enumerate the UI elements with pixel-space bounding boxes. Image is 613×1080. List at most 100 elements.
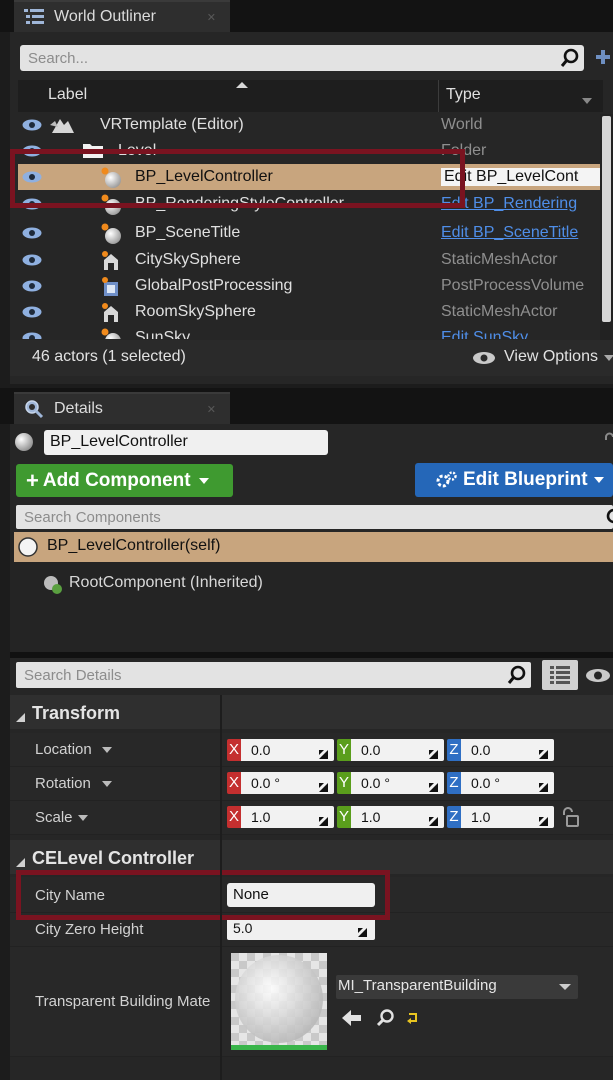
location-label[interactable]: Location [35, 741, 92, 758]
city-zero-height-field[interactable]: 5.0 [227, 918, 375, 940]
use-selected-arrow-icon[interactable] [342, 1009, 362, 1032]
city-zero-height-value: 5.0 [233, 920, 253, 936]
visibility-eye-icon[interactable] [22, 305, 42, 318]
axis-z-badge: Z [447, 739, 461, 761]
rotation-y-field[interactable]: Y 0.0 ° [337, 772, 444, 794]
scale-y-field[interactable]: Y 1.0 [337, 806, 444, 828]
component-self-row[interactable]: BP_LevelController(self) [14, 532, 613, 562]
celevel-section-header[interactable]: CELevel Controller [10, 840, 613, 874]
visibility-eye-icon[interactable] [22, 118, 42, 131]
drag-spin-icon[interactable] [429, 779, 438, 792]
reset-to-default-icon[interactable] [406, 1011, 420, 1030]
location-x-field[interactable]: X 0.0 [227, 739, 334, 761]
transform-section-header[interactable]: Transform [10, 695, 613, 729]
add-filter-icon[interactable] [594, 47, 613, 69]
outliner-row-label: RoomSkySphere [135, 303, 256, 320]
scrollbar-thumb[interactable] [602, 116, 611, 322]
outliner-search[interactable] [20, 45, 584, 71]
outliner-row[interactable]: SunSky Edit SunSky [18, 325, 603, 339]
search-icon[interactable] [507, 665, 527, 685]
column-divider[interactable] [438, 80, 439, 112]
scale-x-field[interactable]: X 1.0 [227, 806, 334, 828]
browse-search-icon[interactable] [376, 1008, 396, 1033]
outliner-row-type: World [441, 116, 483, 133]
drag-spin-icon[interactable] [539, 813, 548, 826]
edit-blueprint-link[interactable]: Edit BP_LevelCont [441, 168, 603, 186]
outliner-row-label: GlobalPostProcessing [135, 277, 293, 294]
visibility-eye-icon[interactable] [22, 226, 42, 239]
edit-blueprint-link[interactable]: Edit BP_Rendering [441, 195, 603, 213]
close-icon[interactable]: ✕ [207, 11, 216, 24]
material-asset-dropdown[interactable]: MI_TransparentBuilding [336, 975, 578, 999]
search-details[interactable] [16, 662, 531, 688]
edit-blueprint-link[interactable]: Edit BP_SceneTitle [441, 224, 603, 242]
rotation-label[interactable]: Rotation [35, 775, 91, 792]
lock-icon[interactable] [604, 432, 613, 450]
rotation-z-field[interactable]: Z 0.0 ° [447, 772, 554, 794]
visibility-eye-icon[interactable] [22, 279, 42, 292]
close-icon[interactable]: ✕ [207, 403, 216, 416]
search-details-input[interactable] [24, 662, 436, 688]
chevron-down-icon [198, 477, 209, 484]
world-icon [50, 115, 74, 135]
outliner-row[interactable]: GlobalPostProcessing PostProcessVolume [18, 273, 603, 299]
drag-spin-icon[interactable] [319, 813, 328, 826]
drag-spin-icon[interactable] [429, 813, 438, 826]
details-tab-label: Details [54, 400, 103, 417]
outliner-row[interactable]: RoomSkySphere StaticMeshActor [18, 299, 603, 325]
outliner-row-label: VRTemplate (Editor) [100, 116, 244, 133]
search-components-input[interactable] [24, 505, 502, 529]
outliner-row-label: CitySkySphere [135, 251, 241, 268]
outliner-row-label: SunSky [135, 329, 191, 339]
tab-world-outliner[interactable]: World Outliner ✕ [14, 0, 230, 32]
scale-label[interactable]: Scale [35, 809, 73, 826]
eye-icon[interactable] [585, 668, 611, 688]
chevron-down-icon[interactable] [102, 781, 112, 787]
component-root-row[interactable]: RootComponent (Inherited) [14, 570, 613, 598]
visibility-eye-icon[interactable] [22, 331, 42, 339]
search-components[interactable] [16, 505, 613, 529]
search-icon[interactable] [603, 508, 613, 526]
property-matrix-button[interactable] [542, 660, 578, 690]
lock-icon[interactable] [560, 806, 580, 833]
chevron-down-icon[interactable] [78, 815, 88, 821]
outliner-row[interactable]: BP_SceneTitle Edit BP_SceneTitle [18, 220, 603, 246]
material-thumbnail[interactable] [231, 953, 327, 1050]
drag-spin-icon[interactable] [319, 746, 328, 759]
actor-count: 46 actors (1 selected) [32, 348, 186, 365]
drag-spin-icon[interactable] [429, 746, 438, 759]
location-y-field[interactable]: Y 0.0 [337, 739, 444, 761]
component-root-label: RootComponent (Inherited) [69, 574, 263, 591]
splitter[interactable] [10, 652, 613, 658]
outliner-status-bar: 46 actors (1 selected) View Options [10, 340, 613, 376]
edit-blueprint-link[interactable]: Edit SunSky [441, 329, 603, 339]
drag-spin-icon[interactable] [539, 779, 548, 792]
blueprint-sphere-icon [100, 223, 121, 244]
add-component-button[interactable]: + Add Component [16, 464, 233, 497]
outliner-row[interactable]: VRTemplate (Editor) World [18, 112, 603, 138]
outliner-row[interactable]: CitySkySphere StaticMeshActor [18, 247, 603, 273]
axis-z-badge: Z [447, 772, 461, 794]
plus-icon: + [26, 467, 39, 493]
view-options-button[interactable]: View Options [472, 348, 613, 368]
scale-z-field[interactable]: Z 1.0 [447, 806, 554, 828]
drag-spin-icon[interactable] [319, 779, 328, 792]
column-header-label[interactable]: Label [48, 86, 87, 104]
chevron-down-icon[interactable] [102, 747, 112, 753]
column-header-type[interactable]: Type [446, 86, 481, 104]
drag-spin-icon[interactable] [358, 924, 367, 941]
add-component-label: Add Component [42, 469, 191, 491]
tab-details[interactable]: Details ✕ [14, 392, 230, 424]
edit-blueprint-button[interactable]: Edit Blueprint [415, 463, 613, 497]
column-dropdown-icon[interactable] [582, 98, 592, 104]
location-z-field[interactable]: Z 0.0 [447, 739, 554, 761]
actor-name-field[interactable]: BP_LevelController [44, 430, 328, 455]
rotation-x-field[interactable]: X 0.0 ° [227, 772, 334, 794]
search-icon[interactable] [560, 48, 580, 68]
outliner-search-input[interactable] [28, 45, 480, 71]
axis-x-badge: X [227, 772, 241, 794]
outliner-scrollbar[interactable] [600, 114, 613, 344]
visibility-eye-icon[interactable] [22, 253, 42, 266]
drag-spin-icon[interactable] [539, 746, 548, 759]
property-column-divider[interactable] [220, 695, 222, 1080]
